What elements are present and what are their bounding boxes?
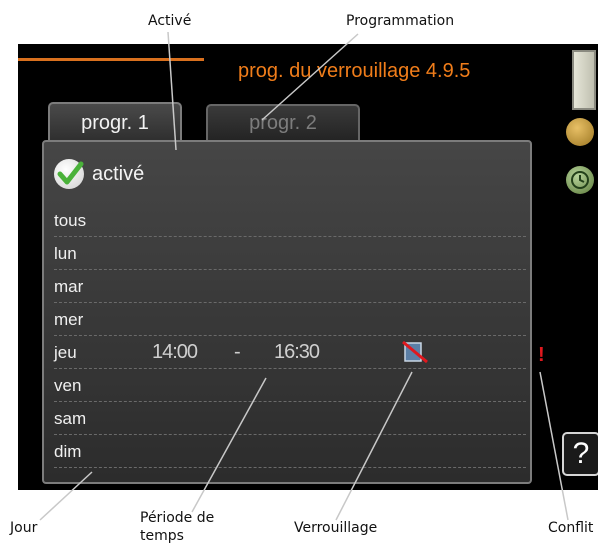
tab-progr-2[interactable]: progr. 2: [206, 104, 360, 140]
day-label: mar: [54, 277, 84, 296]
callout-day: Jour: [10, 520, 38, 536]
day-row-dim[interactable]: dim: [54, 435, 526, 468]
start-time[interactable]: 14:00: [152, 341, 198, 364]
active-checkbox-row[interactable]: activé: [54, 158, 144, 190]
callout-period: Période de temps: [140, 510, 215, 544]
settings-knob-icon[interactable]: [566, 118, 594, 146]
day-label: ven: [54, 376, 82, 395]
time-separator: -: [234, 341, 241, 363]
day-label: sam: [54, 409, 87, 428]
day-row-mar[interactable]: mar: [54, 270, 526, 303]
callout-lock: Verrouillage: [294, 520, 378, 536]
day-row-tous[interactable]: tous: [54, 204, 526, 237]
scroll-indicator[interactable]: [572, 50, 596, 110]
screen-title: prog. du verrouillage 4.9.5: [238, 60, 471, 82]
tab-progr-1[interactable]: progr. 1: [48, 102, 182, 142]
callout-schedule: Programmation: [346, 13, 455, 29]
day-label: jeu: [54, 343, 77, 362]
clock-icon[interactable]: [566, 166, 594, 194]
day-label: tous: [54, 211, 87, 230]
day-row-mer[interactable]: mer: [54, 303, 526, 336]
help-button[interactable]: ?: [562, 432, 598, 476]
checkmark-icon: [54, 159, 84, 189]
day-label: lun: [54, 244, 77, 263]
day-row-lun[interactable]: lun: [54, 237, 526, 270]
schedule-panel: activé tous lun mar mer jeu 14:00 - 16:3…: [42, 140, 532, 484]
device-screen: prog. du verrouillage 4.9.5 progr. 1 pro…: [18, 44, 598, 490]
title-underline: [18, 58, 204, 61]
conflict-warning-icon: !: [538, 344, 545, 366]
day-row-ven[interactable]: ven: [54, 369, 526, 402]
day-row-sam[interactable]: sam: [54, 402, 526, 435]
end-time[interactable]: 16:30: [274, 341, 320, 364]
callout-conflict: Conflit: [548, 520, 594, 536]
day-row-jeu[interactable]: jeu 14:00 - 16:30: [54, 336, 526, 369]
day-label: dim: [54, 442, 82, 461]
active-label: activé: [92, 162, 145, 185]
day-label: mer: [54, 310, 84, 329]
lock-off-icon[interactable]: [402, 340, 428, 364]
callout-active: Activé: [148, 13, 192, 29]
